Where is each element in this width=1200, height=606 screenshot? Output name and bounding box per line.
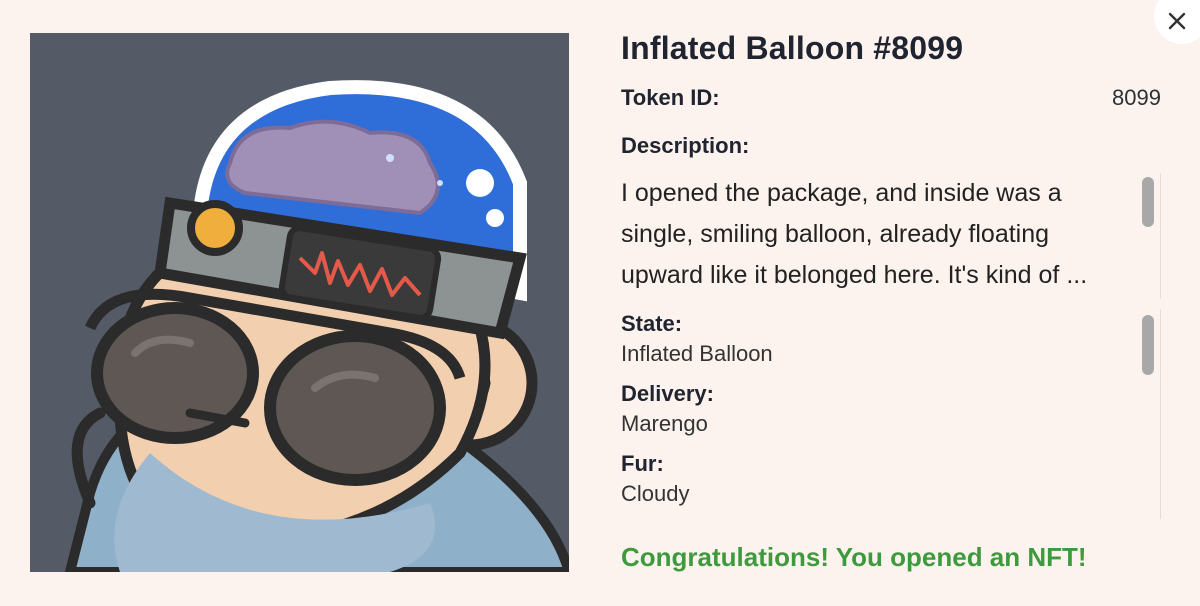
nft-artwork <box>30 33 569 572</box>
attribute-fur: Fur: Cloudy <box>621 449 1160 509</box>
nft-title: Inflated Balloon #8099 <box>621 30 964 66</box>
attribute-delivery: Delivery: Marengo <box>621 379 1160 439</box>
nft-details-panel: Inflated Balloon #8099 Token ID: 8099 De… <box>621 30 1161 519</box>
token-id-value: 8099 <box>1112 85 1161 110</box>
attribute-label: Fur: <box>621 451 664 476</box>
attribute-state: State: Inflated Balloon <box>621 309 1160 369</box>
token-id-row: Token ID: 8099 <box>621 85 1161 111</box>
attribute-label: State: <box>621 311 683 336</box>
attribute-value: Marengo <box>621 411 708 436</box>
attribute-value: Inflated Balloon <box>621 341 773 366</box>
attribute-value: Cloudy <box>621 481 690 506</box>
close-icon <box>1168 12 1186 30</box>
description-scrollbar-thumb[interactable] <box>1142 177 1154 227</box>
description-scroll-area[interactable]: I opened the package, and inside was a s… <box>621 173 1161 299</box>
attributes-scrollbar-thumb[interactable] <box>1142 315 1154 375</box>
description-text: I opened the package, and inside was a s… <box>621 179 1088 289</box>
attribute-label: Delivery: <box>621 381 714 406</box>
congrats-message: Congratulations! You opened an NFT! <box>621 542 1087 572</box>
description-label: Description: <box>621 133 750 158</box>
token-id-label: Token ID: <box>621 85 720 110</box>
attributes-scroll-area[interactable]: State: Inflated Balloon Delivery: Mareng… <box>621 309 1161 519</box>
